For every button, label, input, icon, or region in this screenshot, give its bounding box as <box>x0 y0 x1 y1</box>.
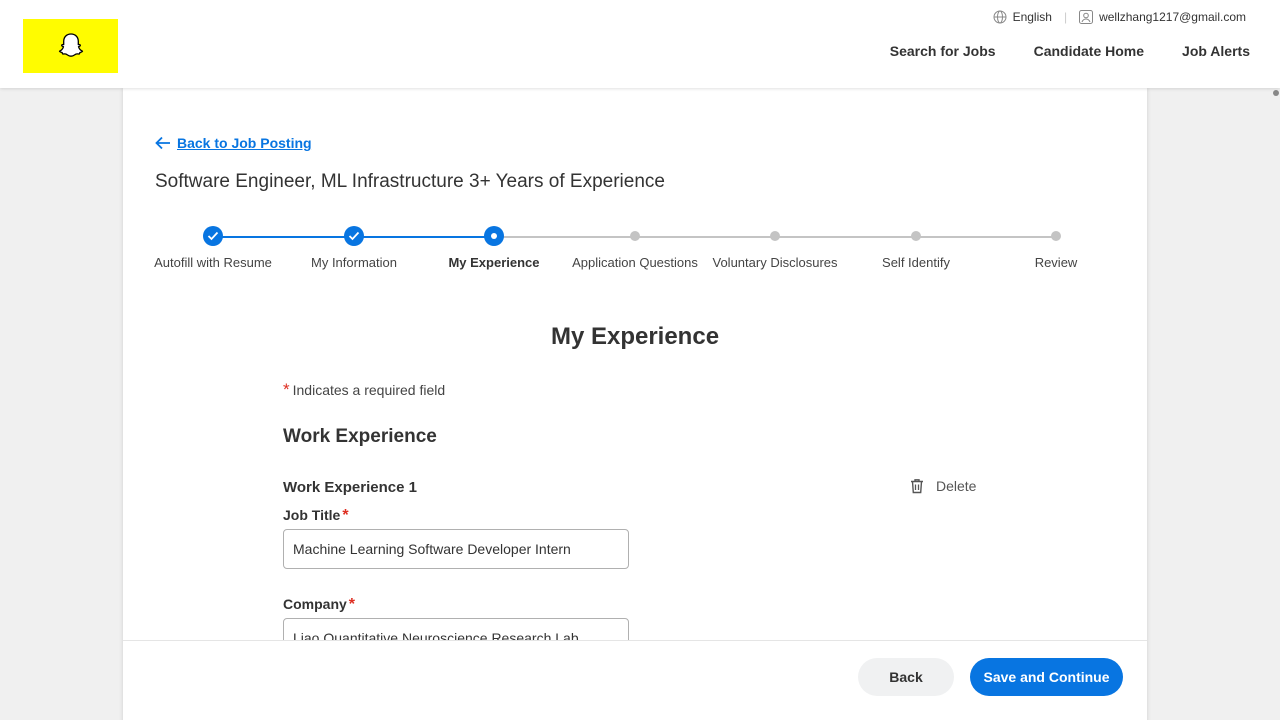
nav-job-alerts[interactable]: Job Alerts <box>1182 43 1250 59</box>
required-asterisk: * <box>342 507 349 524</box>
step-label: My Experience <box>448 255 540 270</box>
snapchat-logo[interactable] <box>23 19 118 73</box>
save-and-continue-button[interactable]: Save and Continue <box>970 658 1123 696</box>
ghost-icon <box>58 33 83 57</box>
step-label: Voluntary Disclosures <box>712 255 838 270</box>
main-nav: Search for Jobs Candidate Home Job Alert… <box>890 43 1250 59</box>
step-my-experience: My Experience <box>424 226 564 271</box>
current-step-indicator <box>484 226 504 246</box>
work-experience-heading: Work Experience <box>283 426 437 447</box>
required-asterisk: * <box>283 380 290 399</box>
scrollbar[interactable] <box>1273 90 1279 96</box>
step-my-information: My Information <box>284 226 424 271</box>
check-icon <box>203 226 223 246</box>
utility-bar: English | wellzhang1217@gmail.com <box>993 10 1246 24</box>
application-card: Back to Job Posting Software Engineer, M… <box>123 88 1147 720</box>
nav-search-for-jobs[interactable]: Search for Jobs <box>890 43 996 59</box>
check-icon <box>344 226 364 246</box>
pending-step-dot <box>630 231 640 241</box>
step-label: Application Questions <box>572 255 698 270</box>
company-label: Company * <box>283 596 358 614</box>
top-bar: English | wellzhang1217@gmail.com Search… <box>0 0 1280 88</box>
divider: | <box>1063 10 1068 24</box>
delete-work-experience-button[interactable]: Delete <box>910 478 976 494</box>
step-label: Autofill with Resume <box>154 255 272 270</box>
step-label: Self Identify <box>882 255 950 270</box>
trash-icon <box>911 479 923 494</box>
user-icon[interactable] <box>1079 10 1094 24</box>
required-note-text: Indicates a required field <box>292 382 446 398</box>
job-title-label: Job Title * <box>283 507 352 525</box>
required-asterisk: * <box>348 596 356 613</box>
arrow-left-icon <box>155 136 170 150</box>
step-label: Review <box>1034 255 1078 270</box>
step-label: My Information <box>311 255 397 270</box>
delete-label: Delete <box>936 478 977 494</box>
company-label-text: Company <box>283 596 347 612</box>
back-link-label: Back to Job Posting <box>177 135 312 151</box>
nav-candidate-home[interactable]: Candidate Home <box>1034 43 1144 59</box>
step-application-questions: Application Questions <box>565 226 705 271</box>
progress-stepper: Autofill with Resume My Information My E… <box>123 226 1147 296</box>
pending-step-dot <box>911 231 921 241</box>
job-title-label-text: Job Title <box>283 507 341 523</box>
pending-step-dot <box>770 231 780 241</box>
step-voluntary-disclosures: Voluntary Disclosures <box>705 226 845 271</box>
back-button[interactable]: Back <box>858 658 954 696</box>
section-title: My Experience <box>550 323 720 350</box>
job-title-input[interactable]: Machine Learning Software Developer Inte… <box>283 529 629 569</box>
globe-icon[interactable] <box>993 10 1007 24</box>
required-field-note: * Indicates a required field <box>283 380 445 400</box>
pending-step-dot <box>1051 231 1061 241</box>
language-selector[interactable]: English <box>1013 10 1052 24</box>
step-autofill-with-resume: Autofill with Resume <box>143 226 283 271</box>
back-to-job-posting-link[interactable]: Back to Job Posting <box>155 135 312 151</box>
user-email[interactable]: wellzhang1217@gmail.com <box>1099 10 1246 24</box>
step-review: Review <box>986 226 1126 271</box>
work-experience-entry-heading: Work Experience 1 <box>283 479 417 496</box>
job-title: Software Engineer, ML Infrastructure 3+ … <box>155 171 665 192</box>
step-self-identify: Self Identify <box>846 226 986 271</box>
